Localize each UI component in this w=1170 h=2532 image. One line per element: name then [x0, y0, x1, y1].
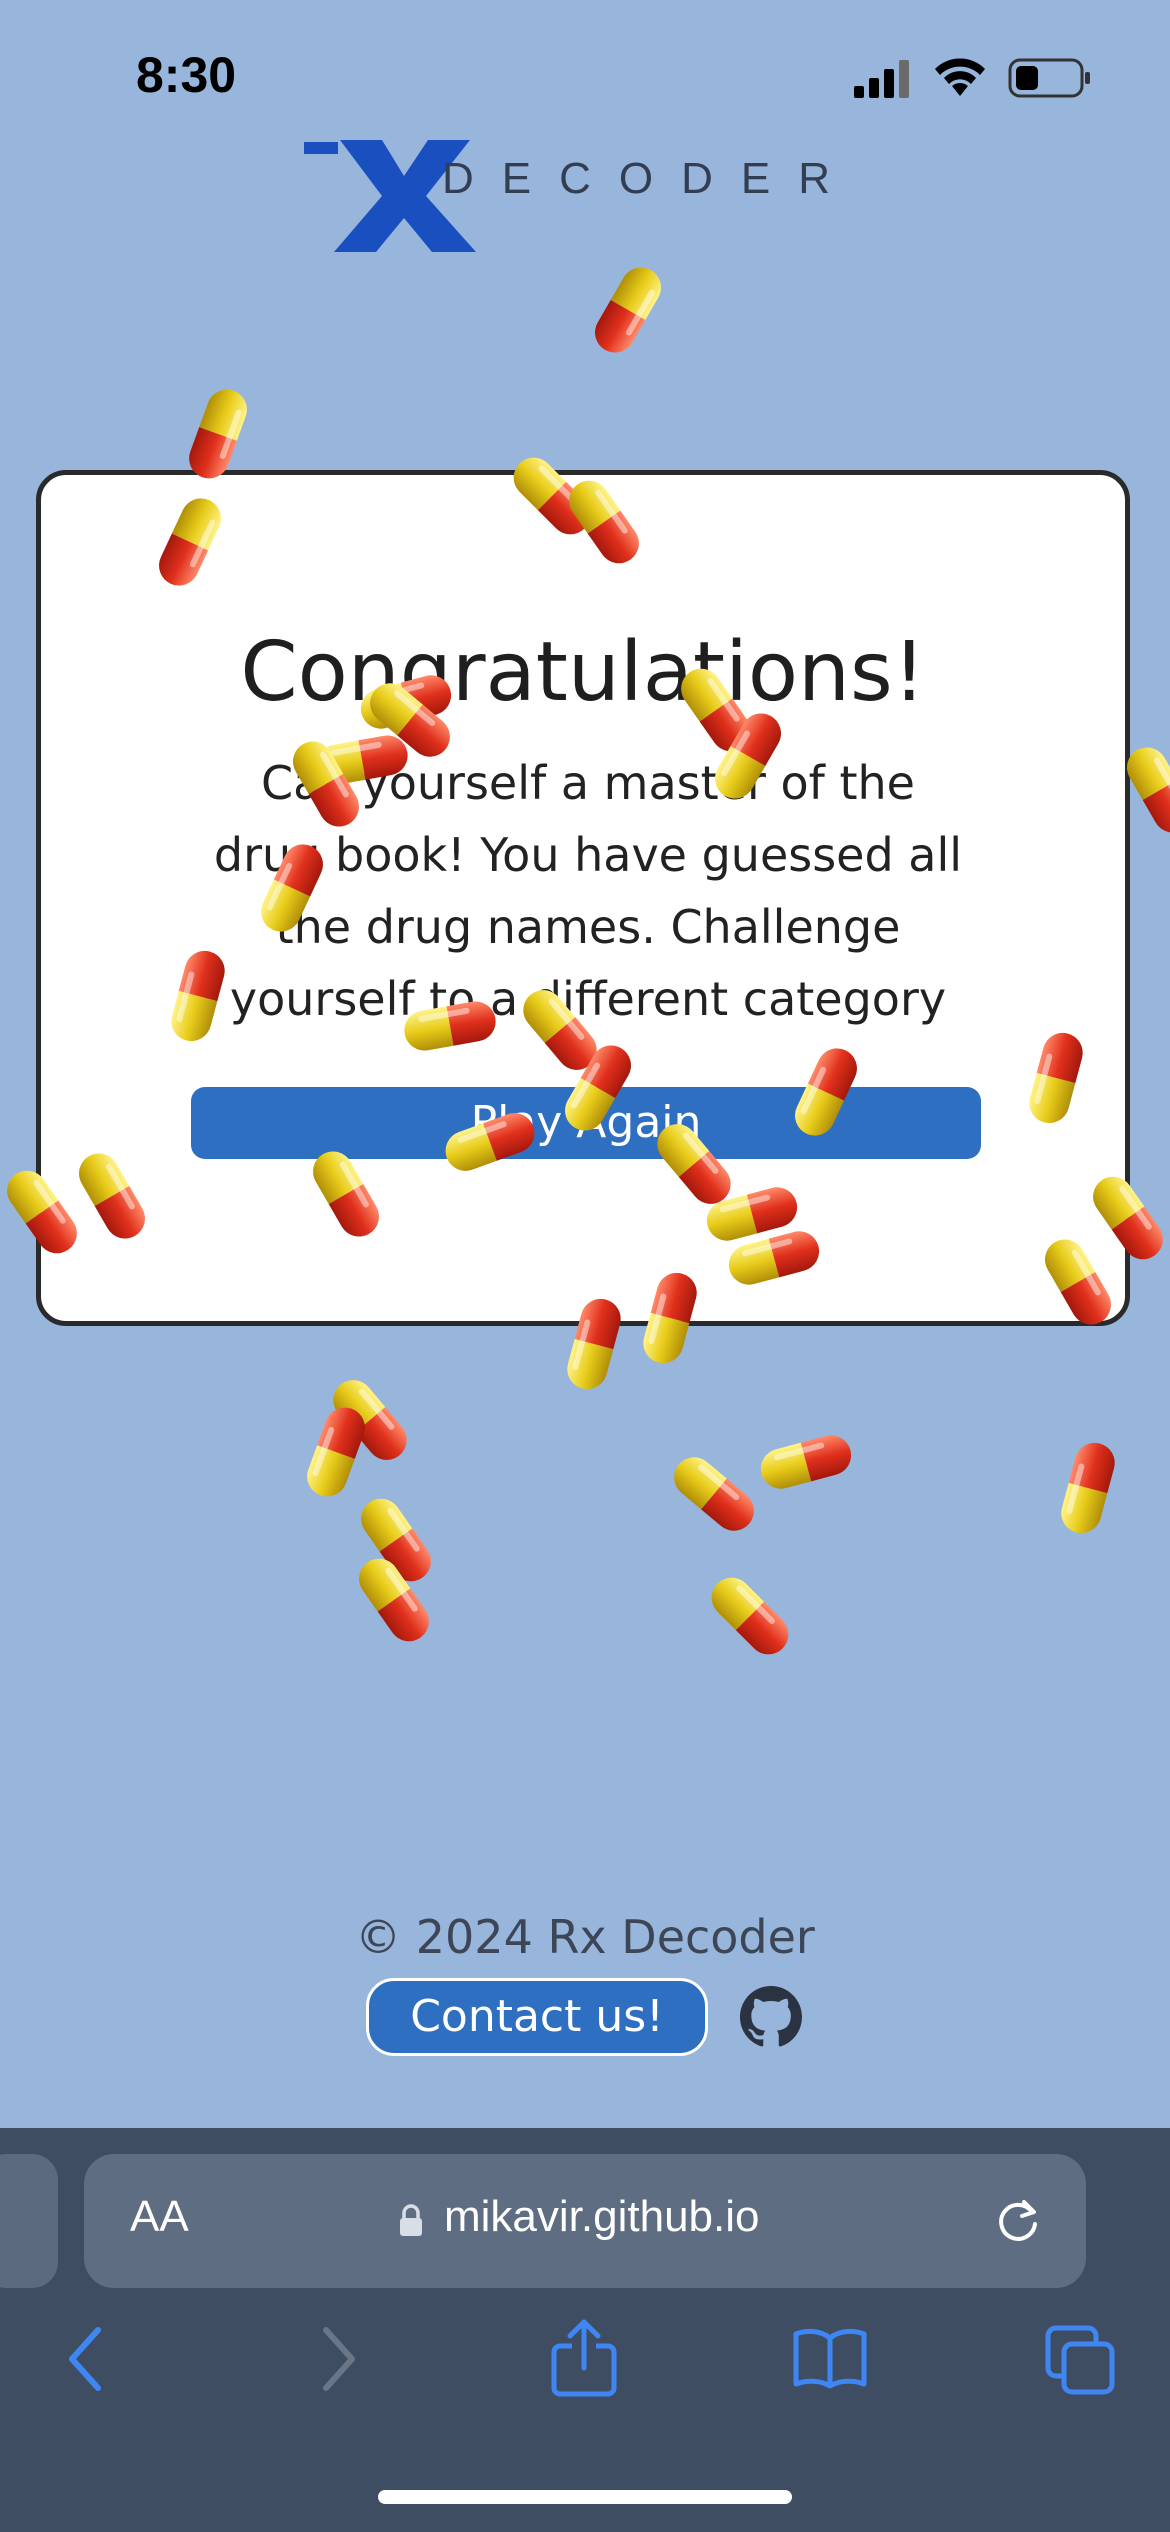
home-indicator [378, 2490, 792, 2504]
lock-icon [400, 2204, 422, 2236]
contact-us-button[interactable]: Contact us! [366, 1978, 708, 2056]
logo-wordmark: DECODER [442, 154, 859, 203]
tabs-icon[interactable] [1044, 2324, 1116, 2396]
play-again-button[interactable]: Play Again [191, 1087, 981, 1159]
modal-title: Congratulations! [240, 625, 926, 720]
copyright-text: © 2024 Rx Decoder [355, 1910, 815, 1964]
github-icon[interactable] [740, 1986, 802, 2048]
rx-decoder-logo: DECODER [300, 136, 880, 266]
signal-icon [854, 60, 909, 98]
congratulations-modal: Congratulations! Call yourself a master … [36, 470, 1130, 1326]
back-icon[interactable] [60, 2324, 110, 2394]
status-time: 8:30 [136, 47, 237, 103]
battery-icon [1008, 58, 1090, 98]
reload-icon[interactable] [992, 2194, 1044, 2246]
bookmarks-icon[interactable] [792, 2326, 868, 2390]
wifi-icon [935, 58, 985, 96]
status-bar: 8:30 [0, 0, 1170, 150]
previous-tab-preview[interactable] [0, 2154, 58, 2288]
address-bar[interactable]: AA mikavir.github.io [84, 2154, 1086, 2288]
share-icon[interactable] [548, 2318, 620, 2398]
forward-icon[interactable] [314, 2324, 364, 2394]
url-text[interactable]: mikavir.github.io [444, 2192, 759, 2242]
text-size-button[interactable]: AA [130, 2192, 189, 2242]
modal-message: Call yourself a master of the drug book!… [213, 756, 963, 1026]
